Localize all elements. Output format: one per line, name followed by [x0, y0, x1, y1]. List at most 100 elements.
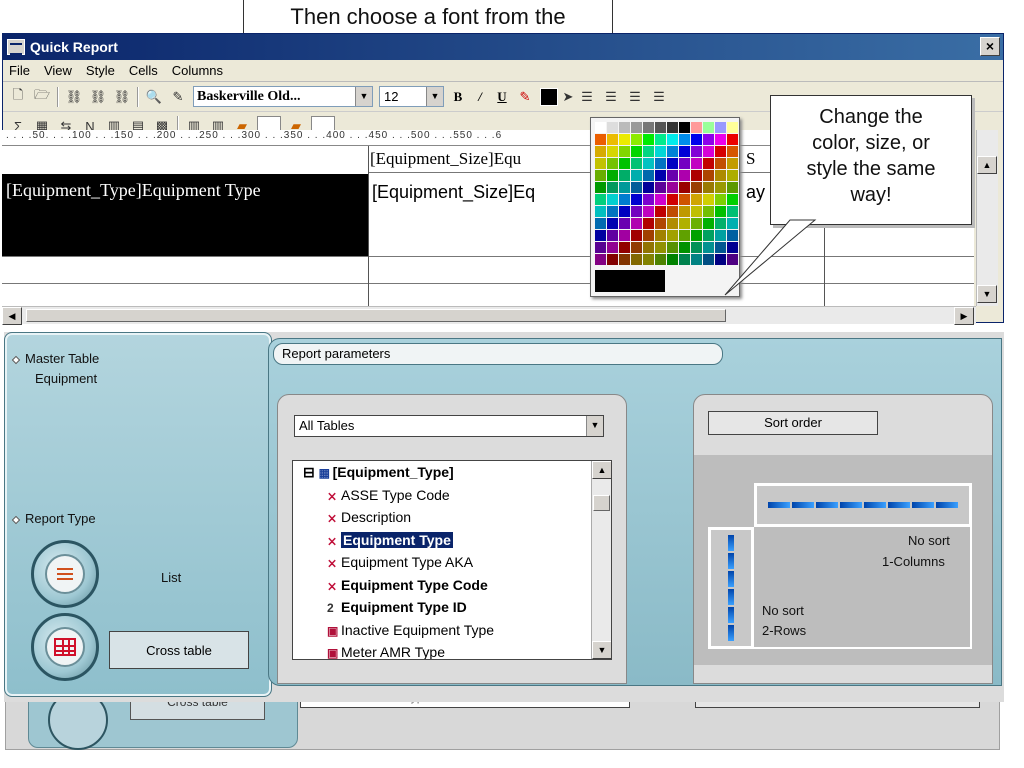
color-swatch[interactable] — [679, 230, 690, 241]
scroll-right-icon[interactable]: ▶ — [954, 307, 974, 325]
color-swatch[interactable] — [691, 242, 702, 253]
bold-button[interactable]: B — [450, 89, 466, 105]
color-swatch[interactable] — [655, 230, 666, 241]
color-swatch[interactable] — [679, 254, 690, 265]
tab-report-parameters[interactable]: Report parameters — [273, 343, 723, 365]
size-cell[interactable]: [Equipment_Size]Eq — [372, 182, 535, 203]
field-tree[interactable]: ⊟ ▦ [Equipment_Type] ⨯ ASSE Type Code ⨯ Descr… — [292, 460, 612, 660]
color-swatch[interactable] — [619, 230, 630, 241]
color-swatch[interactable] — [727, 170, 738, 181]
color-swatch[interactable] — [643, 230, 654, 241]
color-swatch[interactable] — [667, 182, 678, 193]
align-center-icon[interactable]: ☰ — [602, 88, 620, 106]
color-swatch[interactable] — [727, 134, 738, 145]
tree-item[interactable]: ⨯ Equipment Type AKA — [293, 551, 611, 574]
color-swatch[interactable] — [643, 182, 654, 193]
collapse-icon[interactable]: ⊟ — [303, 464, 319, 480]
chevron-down-icon[interactable]: ▼ — [426, 87, 443, 106]
cross-table-option[interactable]: Cross table — [109, 631, 249, 669]
color-swatch[interactable] — [667, 146, 678, 157]
menu-file[interactable]: File — [9, 63, 30, 78]
link-icon[interactable]: ⛓ — [65, 88, 83, 106]
color-swatch[interactable] — [667, 158, 678, 169]
tree-item[interactable]: ⨯ Equipment Type Code — [293, 574, 611, 597]
color-swatch[interactable] — [619, 122, 630, 133]
color-swatch[interactable] — [595, 158, 606, 169]
color-swatch[interactable] — [667, 242, 678, 253]
new-document-icon[interactable]: 🗋 — [9, 87, 27, 106]
color-swatch[interactable] — [607, 206, 618, 217]
type-cell-selected[interactable]: [Equipment_Type]Equipment Type — [2, 174, 368, 256]
color-swatch[interactable] — [607, 218, 618, 229]
color-swatch[interactable] — [595, 194, 606, 205]
link-all-icon[interactable]: ⛓ — [89, 88, 107, 106]
color-swatch[interactable] — [631, 170, 642, 181]
list-option-label[interactable]: List — [161, 570, 181, 585]
color-swatch[interactable] — [691, 230, 702, 241]
scroll-down-icon[interactable]: ▼ — [592, 641, 611, 659]
color-swatch[interactable] — [631, 122, 642, 133]
color-swatch[interactable] — [631, 218, 642, 229]
color-swatch[interactable] — [703, 218, 714, 229]
menu-style[interactable]: Style — [86, 63, 115, 78]
color-swatch[interactable] — [595, 218, 606, 229]
scroll-up-icon[interactable]: ▲ — [977, 156, 997, 174]
color-swatch[interactable] — [631, 134, 642, 145]
align-left-icon[interactable]: ☰ — [578, 88, 596, 106]
tables-select[interactable]: All Tables ▼ — [294, 415, 604, 437]
color-swatch[interactable] — [607, 194, 618, 205]
color-swatch[interactable] — [679, 194, 690, 205]
color-swatch[interactable] — [643, 146, 654, 157]
color-swatch[interactable] — [679, 242, 690, 253]
color-swatch[interactable] — [607, 230, 618, 241]
color-swatch[interactable] — [631, 146, 642, 157]
color-swatch[interactable] — [595, 206, 606, 217]
color-swatch[interactable] — [655, 206, 666, 217]
color-swatch[interactable] — [643, 158, 654, 169]
tree-item[interactable]: ⨯ Description — [293, 506, 611, 529]
color-swatch[interactable] — [607, 242, 618, 253]
color-swatch[interactable] — [643, 242, 654, 253]
color-palette[interactable] — [590, 117, 740, 297]
color-swatch[interactable] — [679, 158, 690, 169]
color-swatch[interactable] — [703, 146, 714, 157]
color-swatch[interactable] — [715, 170, 726, 181]
color-swatch[interactable] — [631, 182, 642, 193]
color-swatch[interactable] — [595, 254, 606, 265]
color-swatch[interactable] — [703, 170, 714, 181]
color-swatch[interactable] — [679, 206, 690, 217]
chevron-down-icon[interactable]: ▼ — [586, 416, 603, 436]
color-swatch[interactable] — [631, 206, 642, 217]
font-name-select[interactable]: Baskerville Old... ▼ — [193, 86, 373, 107]
color-swatch[interactable] — [619, 158, 630, 169]
tree-item[interactable]: ▣ Meter AMR Type — [293, 641, 611, 659]
color-swatch[interactable] — [619, 170, 630, 181]
row-drop-zone[interactable] — [708, 527, 754, 649]
color-swatch[interactable] — [619, 194, 630, 205]
color-swatch[interactable] — [667, 218, 678, 229]
color-swatch[interactable] — [595, 242, 606, 253]
color-swatch[interactable] — [715, 158, 726, 169]
scroll-up-icon[interactable]: ▲ — [592, 461, 611, 479]
tree-item[interactable]: ⨯ Equipment Type — [293, 529, 611, 552]
scroll-thumb[interactable] — [26, 309, 726, 322]
color-swatch[interactable] — [655, 170, 666, 181]
tree-item[interactable]: ▣ Inactive Equipment Type — [293, 619, 611, 642]
menu-view[interactable]: View — [44, 63, 72, 78]
color-swatch[interactable] — [655, 194, 666, 205]
color-swatch[interactable] — [691, 194, 702, 205]
italic-button[interactable]: / — [472, 89, 488, 105]
color-swatch[interactable] — [643, 170, 654, 181]
color-swatch[interactable] — [607, 146, 618, 157]
color-swatch[interactable] — [607, 182, 618, 193]
color-swatch[interactable] — [619, 206, 630, 217]
color-swatch[interactable] — [655, 242, 666, 253]
menu-cells[interactable]: Cells — [129, 63, 158, 78]
color-swatch[interactable] — [643, 254, 654, 265]
color-swatch[interactable] — [691, 206, 702, 217]
color-swatch[interactable] — [679, 182, 690, 193]
color-swatch[interactable] — [643, 134, 654, 145]
color-swatch[interactable] — [655, 146, 666, 157]
color-swatch[interactable] — [619, 146, 630, 157]
color-swatch[interactable] — [667, 254, 678, 265]
